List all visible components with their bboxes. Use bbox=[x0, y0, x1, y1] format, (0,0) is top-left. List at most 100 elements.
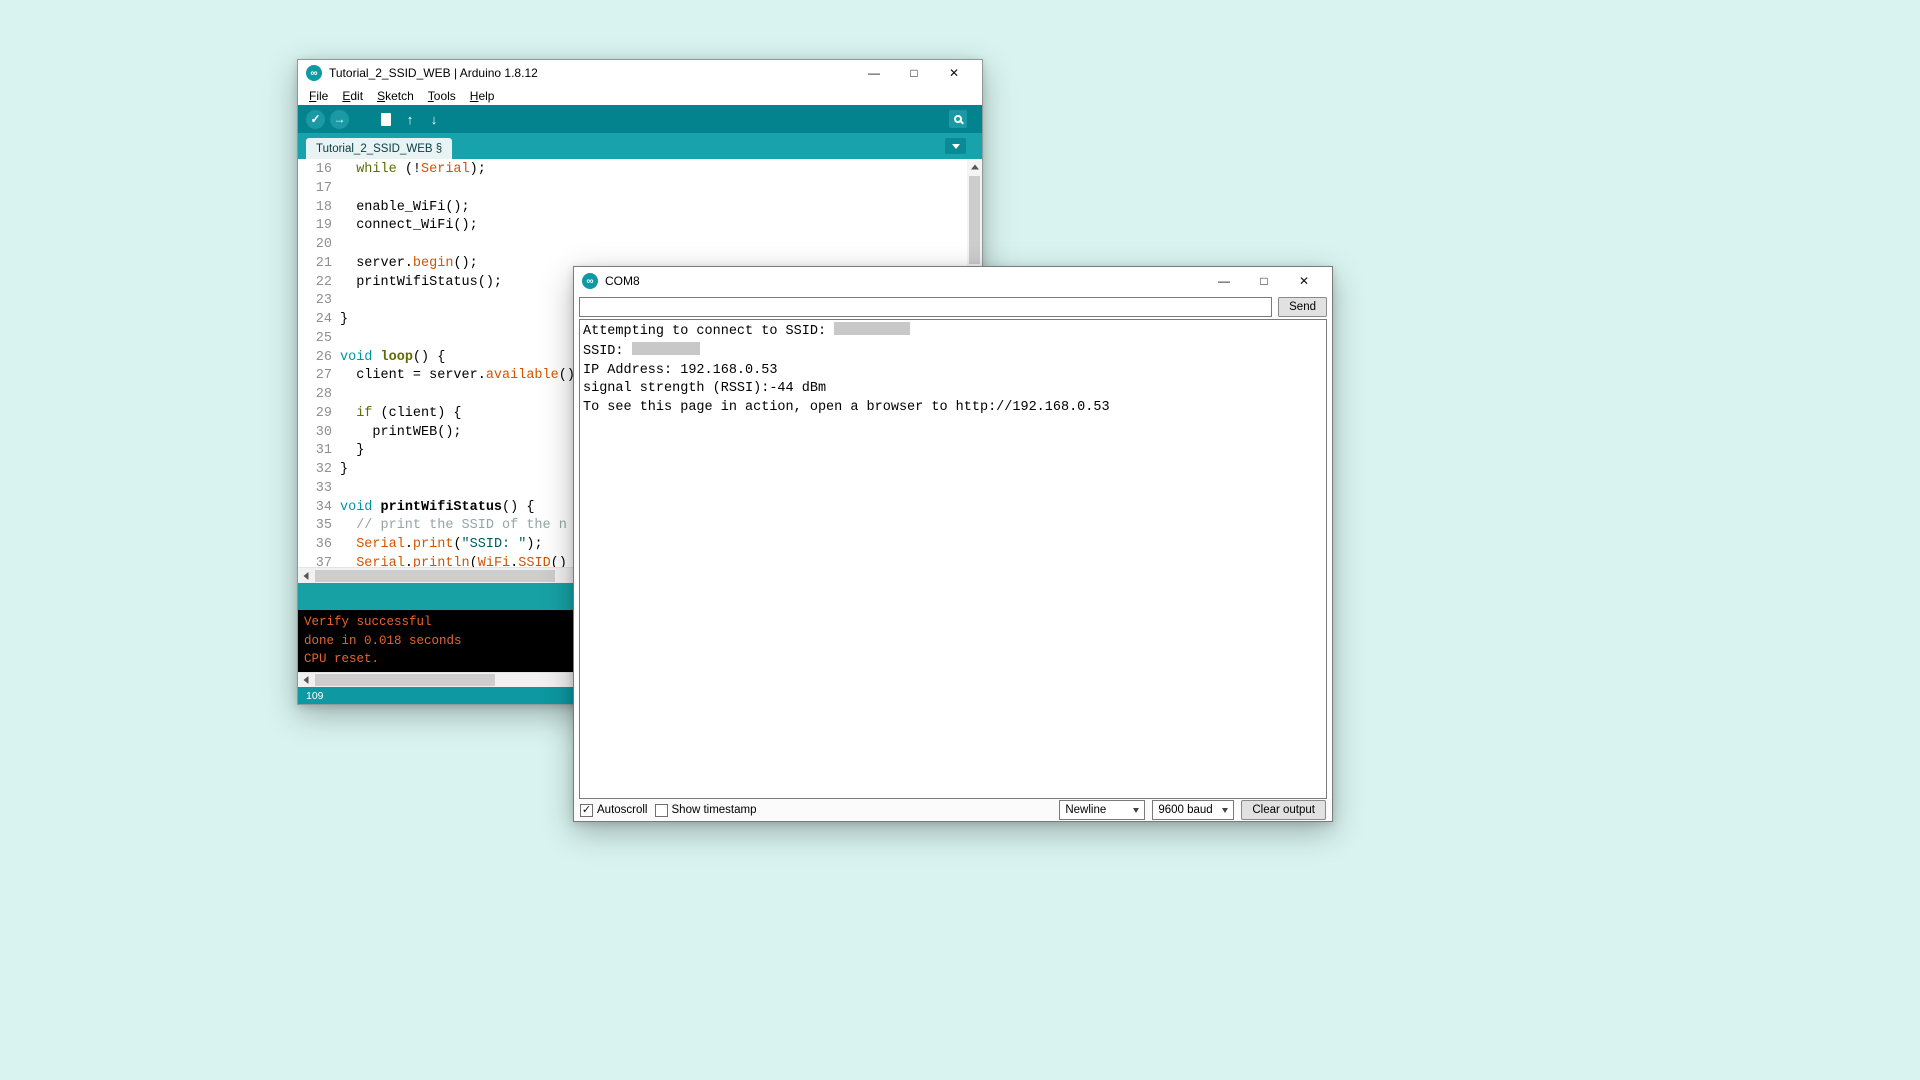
checkbox-icon[interactable] bbox=[655, 804, 668, 817]
ide-menubar: FileEditSketchToolsHelp bbox=[298, 86, 982, 105]
code-text: } bbox=[340, 461, 348, 480]
line-number: 28 bbox=[298, 386, 332, 405]
tab-list-button[interactable] bbox=[945, 138, 966, 154]
menu-tools[interactable]: Tools bbox=[421, 89, 463, 103]
baud-rate-value: 9600 baud bbox=[1158, 804, 1212, 816]
autoscroll-label: Autoscroll bbox=[597, 804, 648, 816]
code-text: printWifiStatus(); bbox=[340, 274, 502, 293]
clear-output-button[interactable]: Clear output bbox=[1241, 800, 1326, 820]
code-line: 19 connect_WiFi(); bbox=[298, 217, 982, 236]
serial-input[interactable] bbox=[579, 297, 1272, 317]
line-number: 33 bbox=[298, 480, 332, 499]
code-text: connect_WiFi(); bbox=[340, 217, 478, 236]
code-text: Serial.println(WiFi.SSID() bbox=[340, 555, 567, 567]
serial-window-title: COM8 bbox=[605, 274, 640, 288]
scroll-up-icon[interactable] bbox=[967, 159, 982, 174]
code-text: Serial.print("SSID: "); bbox=[340, 536, 543, 555]
serial-output-line: SSID: bbox=[583, 342, 1323, 362]
code-text: } bbox=[340, 442, 364, 461]
cursor-line-indicator: 109 bbox=[306, 690, 324, 702]
close-button[interactable]: ✕ bbox=[934, 61, 974, 85]
chevron-down-icon bbox=[952, 144, 960, 149]
right-arrow-icon: → bbox=[334, 112, 346, 126]
line-number: 37 bbox=[298, 555, 332, 567]
line-ending-value: Newline bbox=[1065, 804, 1106, 816]
arduino-logo-icon: ∞ bbox=[306, 65, 322, 81]
line-number: 32 bbox=[298, 461, 332, 480]
menu-edit[interactable]: Edit bbox=[335, 89, 370, 103]
arduino-logo-icon: ∞ bbox=[582, 273, 598, 289]
vertical-scrollbar-thumb[interactable] bbox=[969, 176, 980, 264]
verify-button[interactable]: ✓ bbox=[306, 110, 325, 129]
serial-monitor-button[interactable] bbox=[949, 110, 967, 128]
menu-sketch[interactable]: Sketch bbox=[370, 89, 421, 103]
tab-tutorial-2-ssid-web[interactable]: Tutorial_2_SSID_WEB § bbox=[306, 138, 452, 159]
code-text: while (!Serial); bbox=[340, 161, 486, 180]
serial-bottom-bar: ✓ Autoscroll Show timestamp Newline 9600… bbox=[574, 799, 1332, 821]
new-sketch-button[interactable] bbox=[376, 109, 396, 129]
show-timestamp-checkbox[interactable]: Show timestamp bbox=[655, 804, 757, 817]
magnifier-icon bbox=[954, 115, 962, 123]
code-line: 17 bbox=[298, 180, 982, 199]
serial-output-line: IP Address: 192.168.0.53 bbox=[583, 362, 1323, 381]
menu-help[interactable]: Help bbox=[463, 89, 502, 103]
ide-tabstrip: Tutorial_2_SSID_WEB § bbox=[298, 133, 982, 159]
save-sketch-button[interactable]: ↓ bbox=[424, 109, 444, 129]
chevron-down-icon bbox=[1133, 808, 1139, 813]
minimize-button[interactable]: — bbox=[1204, 269, 1244, 293]
show-timestamp-label: Show timestamp bbox=[672, 804, 757, 816]
horizontal-scrollbar-thumb[interactable] bbox=[315, 674, 495, 686]
maximize-button[interactable]: □ bbox=[894, 61, 934, 85]
line-number: 35 bbox=[298, 517, 332, 536]
line-number: 20 bbox=[298, 236, 332, 255]
serial-send-row: Send bbox=[574, 295, 1332, 319]
chevron-down-icon bbox=[1222, 808, 1228, 813]
send-button[interactable]: Send bbox=[1278, 297, 1327, 317]
maximize-button[interactable]: □ bbox=[1244, 269, 1284, 293]
line-number: 34 bbox=[298, 499, 332, 518]
autoscroll-checkbox[interactable]: ✓ Autoscroll bbox=[580, 804, 648, 817]
open-sketch-button[interactable]: ↑ bbox=[400, 109, 420, 129]
close-button[interactable]: ✕ bbox=[1284, 269, 1324, 293]
check-icon: ✓ bbox=[310, 112, 320, 126]
serial-output-line: signal strength (RSSI):-44 dBm bbox=[583, 380, 1323, 399]
code-text: void loop() { bbox=[340, 349, 445, 368]
checkbox-icon[interactable]: ✓ bbox=[580, 804, 593, 817]
ide-titlebar[interactable]: ∞ Tutorial_2_SSID_WEB | Arduino 1.8.12 —… bbox=[298, 60, 982, 86]
code-text: enable_WiFi(); bbox=[340, 199, 470, 218]
line-number: 18 bbox=[298, 199, 332, 218]
serial-window-controls: — □ ✕ bbox=[1204, 269, 1324, 293]
code-text: printWEB(); bbox=[340, 424, 462, 443]
line-number: 25 bbox=[298, 330, 332, 349]
serial-titlebar[interactable]: ∞ COM8 — □ ✕ bbox=[574, 267, 1332, 295]
horizontal-scrollbar-thumb[interactable] bbox=[315, 570, 555, 582]
serial-output-line: To see this page in action, open a brows… bbox=[583, 399, 1323, 418]
line-ending-select[interactable]: Newline bbox=[1059, 800, 1145, 820]
ide-window-controls: — □ ✕ bbox=[854, 61, 974, 85]
scroll-left-icon[interactable] bbox=[298, 568, 314, 584]
baud-rate-select[interactable]: 9600 baud bbox=[1152, 800, 1234, 820]
line-number: 17 bbox=[298, 180, 332, 199]
code-text: server.begin(); bbox=[340, 255, 478, 274]
minimize-button[interactable]: — bbox=[854, 61, 894, 85]
code-line: 20 bbox=[298, 236, 982, 255]
menu-file[interactable]: File bbox=[302, 89, 335, 103]
line-number: 36 bbox=[298, 536, 332, 555]
code-line: 18 enable_WiFi(); bbox=[298, 199, 982, 218]
line-number: 30 bbox=[298, 424, 332, 443]
code-text: void printWifiStatus() { bbox=[340, 499, 534, 518]
scroll-left-icon[interactable] bbox=[298, 672, 314, 688]
line-number: 16 bbox=[298, 161, 332, 180]
serial-output: Attempting to connect to SSID: SSID: IP … bbox=[579, 319, 1327, 799]
down-arrow-icon: ↓ bbox=[431, 112, 438, 127]
line-number: 23 bbox=[298, 292, 332, 311]
upload-button[interactable]: → bbox=[330, 110, 349, 129]
redacted-ssid bbox=[632, 342, 700, 355]
line-number: 24 bbox=[298, 311, 332, 330]
desktop: ∞ Tutorial_2_SSID_WEB | Arduino 1.8.12 —… bbox=[0, 0, 1920, 1080]
serial-monitor-window: ∞ COM8 — □ ✕ Send Attempting to connect … bbox=[573, 266, 1333, 822]
line-number: 22 bbox=[298, 274, 332, 293]
up-arrow-icon: ↑ bbox=[407, 112, 414, 127]
line-number: 31 bbox=[298, 442, 332, 461]
code-line: 16 while (!Serial); bbox=[298, 161, 982, 180]
